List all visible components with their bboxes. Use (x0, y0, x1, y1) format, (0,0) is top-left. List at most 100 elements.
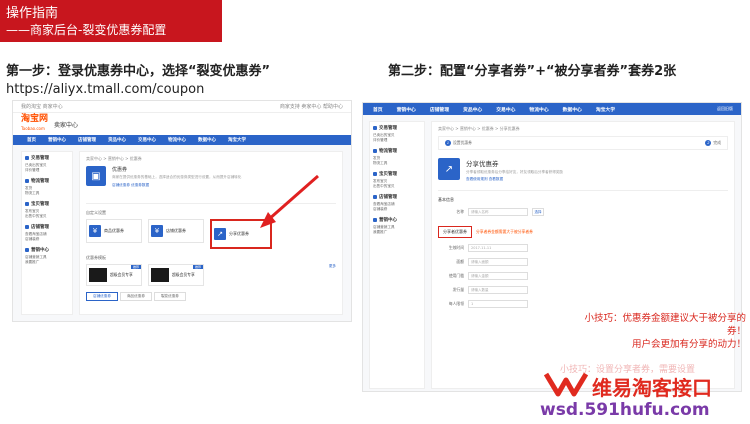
sidebar-group-head[interactable]: 宝贝管理 (373, 171, 421, 177)
sidebar-group-head[interactable]: 宝贝管理 (25, 201, 69, 207)
banner-subtitle: ——商家后台-裂变优惠券配置 (6, 23, 167, 37)
nav-item[interactable]: 首页 (27, 137, 36, 143)
logo-subtext: Taobao.com (21, 126, 45, 131)
quantity-field[interactable]: 请输入数量 (468, 286, 528, 294)
sidebar-link[interactable]: 我要推广 (25, 260, 69, 265)
product-coupon-card[interactable]: ¥ 商品优惠券 (86, 219, 142, 243)
template-label: 超级会员专享 (110, 272, 133, 277)
coupon-url[interactable]: https://aliyx.tmall.com/coupon (6, 82, 204, 97)
title-banner: 操作指南 ——商家后台-裂变优惠券配置 (0, 0, 222, 42)
breadcrumb: 卖家中心 > 营销中心 > 优惠券 > 分享优惠券 (438, 126, 520, 131)
sidebar-group: 物流管理 发货 物流工具 (25, 178, 69, 196)
share-links[interactable]: 查看使用规则 查看数据 (466, 177, 563, 182)
select-button[interactable]: 选择 (532, 208, 544, 216)
slide: 操作指南 ——商家后台-裂变优惠券配置 第一步：登录优惠券中心，选择“裂变优惠券… (0, 0, 750, 424)
sidebar-group: 交易管理 已卖出的宝贝 评价管理 (25, 155, 69, 173)
return-old-version-link[interactable]: 返回旧版 (717, 106, 733, 112)
nav-item[interactable]: 货品中心 (108, 137, 126, 143)
template-tag: 推荐 (192, 265, 203, 269)
sidebar-links: 发货 物流工具 (373, 156, 421, 166)
nav-item[interactable]: 交易中心 (496, 106, 515, 113)
sidebar-links: 发布宝贝 出售中的宝贝 (25, 209, 69, 219)
sidebar-links: 查看淘宝店铺 店铺装修 (373, 202, 421, 212)
sidebar-group: 交易管理 已卖出的宝贝 评价管理 (373, 125, 421, 143)
tab-product-coupon[interactable]: 商品优惠券 (119, 292, 152, 301)
watermark: 小技巧：设置分享者券，需要设置 维易淘客接口 wsd.591hufu.com (540, 364, 750, 422)
sidebar-link[interactable]: 出售中的宝贝 (25, 214, 69, 219)
tab-fission-coupon[interactable]: 裂变优惠券 (153, 292, 186, 301)
taobao-logo[interactable]: 淘宝网 Taobao.com (21, 115, 48, 133)
form-row: 发行量 请输入数量 (438, 284, 728, 296)
sidebar-group: 宝贝管理 发布宝贝 出售中的宝贝 (373, 171, 421, 189)
field-label: 使用门槛 (448, 273, 464, 278)
nav-item[interactable]: 数据中心 (198, 137, 216, 143)
form-row: 面额 请输入面额 (438, 256, 728, 268)
nav-item[interactable]: 营销中心 (397, 106, 416, 113)
coupon-icon: ▣ (86, 166, 106, 186)
hero-links[interactable]: 店铺优惠券 优惠券数据 (112, 183, 241, 188)
amount-field[interactable]: 请输入面额 (468, 258, 528, 266)
main-nav: 首页 营销中心 店铺管理 货品中心 交易中心 物流中心 数据中心 淘宝大学 返回… (363, 103, 741, 115)
sidebar-links: 已卖出的宝贝 评价管理 (25, 163, 69, 173)
nav-item[interactable]: 营销中心 (48, 137, 66, 143)
sidebar-group: 营销中心 店铺营销工具 我要推广 (373, 217, 421, 235)
sidebar-link[interactable]: 店铺装修 (373, 207, 421, 212)
date-field[interactable]: 2017-11-11 (468, 244, 528, 252)
nav-item[interactable]: 店铺管理 (430, 106, 449, 113)
share-coupon-card[interactable]: ↗ 分享优惠券 (210, 219, 272, 249)
nav-item[interactable]: 物流中心 (168, 137, 186, 143)
sidebar-link[interactable]: 评价管理 (25, 168, 69, 173)
card-label: 店铺优惠券 (166, 228, 186, 233)
more-link[interactable]: 更多 (329, 264, 336, 269)
sidebar-group-head[interactable]: 店铺管理 (25, 224, 69, 230)
topstrip-right: 商家支持 卖家中心 帮助中心 (279, 104, 343, 110)
logo-text: 淘宝网 (21, 114, 49, 124)
sidebar-links: 已卖出的宝贝 评价管理 (373, 133, 421, 143)
center-name: 卖家中心 (54, 121, 79, 129)
sidebar-group-head[interactable]: 营销中心 (25, 247, 69, 253)
nav-item[interactable]: 数据中心 (563, 106, 582, 113)
card-label: 分享优惠券 (229, 231, 249, 236)
menu-icon (373, 195, 377, 199)
nav-item[interactable]: 物流中心 (529, 106, 548, 113)
nav-item[interactable]: 交易中心 (138, 137, 156, 143)
sidebar-group-head[interactable]: 营销中心 (373, 217, 421, 223)
sidebar-links: 店铺营销工具 我要推广 (373, 225, 421, 235)
sidebar-link[interactable]: 评价管理 (373, 138, 421, 143)
field-label: 名称 (456, 209, 464, 214)
sidebar-link[interactable]: 出售中的宝贝 (373, 184, 421, 189)
header: 淘宝网 Taobao.com 卖家中心 (13, 113, 351, 135)
name-field[interactable]: 请输入名称 (468, 208, 528, 216)
sidebar-link[interactable]: 物流工具 (373, 161, 421, 166)
nav-item[interactable]: 店铺管理 (78, 137, 96, 143)
sidebar-group-head[interactable]: 交易管理 (373, 125, 421, 131)
nav-item[interactable]: 货品中心 (463, 106, 482, 113)
nav-item[interactable]: 淘宝大学 (228, 137, 246, 143)
field-label: 发行量 (452, 287, 464, 292)
share-icon: ↗ (438, 158, 460, 180)
tab-sharer-coupon[interactable]: 分享者优惠券 (438, 226, 472, 238)
sidebar-group-head[interactable]: 店铺管理 (373, 194, 421, 200)
shop-coupon-card[interactable]: ¥ 店铺优惠券 (148, 219, 204, 243)
sidebar-link[interactable]: 物流工具 (25, 191, 69, 196)
template-card[interactable]: 超级会员专享 推荐 (148, 264, 204, 286)
sidebar-group-head[interactable]: 物流管理 (25, 178, 69, 184)
threshold-field[interactable]: 请输入金额 (468, 272, 528, 280)
section-title: 优惠券模板 (86, 255, 106, 260)
share-coupon-header: ↗ 分享优惠券 分享者领取优惠券后分享给好友，好友领取后分享者获得奖励 查看使用… (438, 154, 728, 191)
sidebar-link[interactable]: 我要推广 (373, 230, 421, 235)
step-next: 2 完成 (705, 140, 721, 146)
sidebar-link[interactable]: 店铺装修 (25, 237, 69, 242)
template-image (89, 268, 107, 282)
nav-item[interactable]: 首页 (373, 106, 383, 113)
watermark-brand: 维易淘客接口 (592, 376, 712, 400)
sidebar-group-head[interactable]: 交易管理 (25, 155, 69, 161)
nav-item[interactable]: 淘宝大学 (596, 106, 615, 113)
per-user-limit-select[interactable]: 1 (468, 300, 528, 308)
share-icon: ↗ (214, 228, 226, 240)
topstrip-left: 我的淘宝 商家中心 (21, 104, 63, 110)
sidebar-group-head[interactable]: 物流管理 (373, 148, 421, 154)
tab-shop-coupon[interactable]: 店铺优惠券 (86, 292, 118, 301)
content-row: 交易管理 已卖出的宝贝 评价管理 物流管理 发货 物流工具 宝贝管理 发布宝贝 出售中… (13, 145, 351, 321)
template-card[interactable]: 超级会员专享 推荐 (86, 264, 142, 286)
